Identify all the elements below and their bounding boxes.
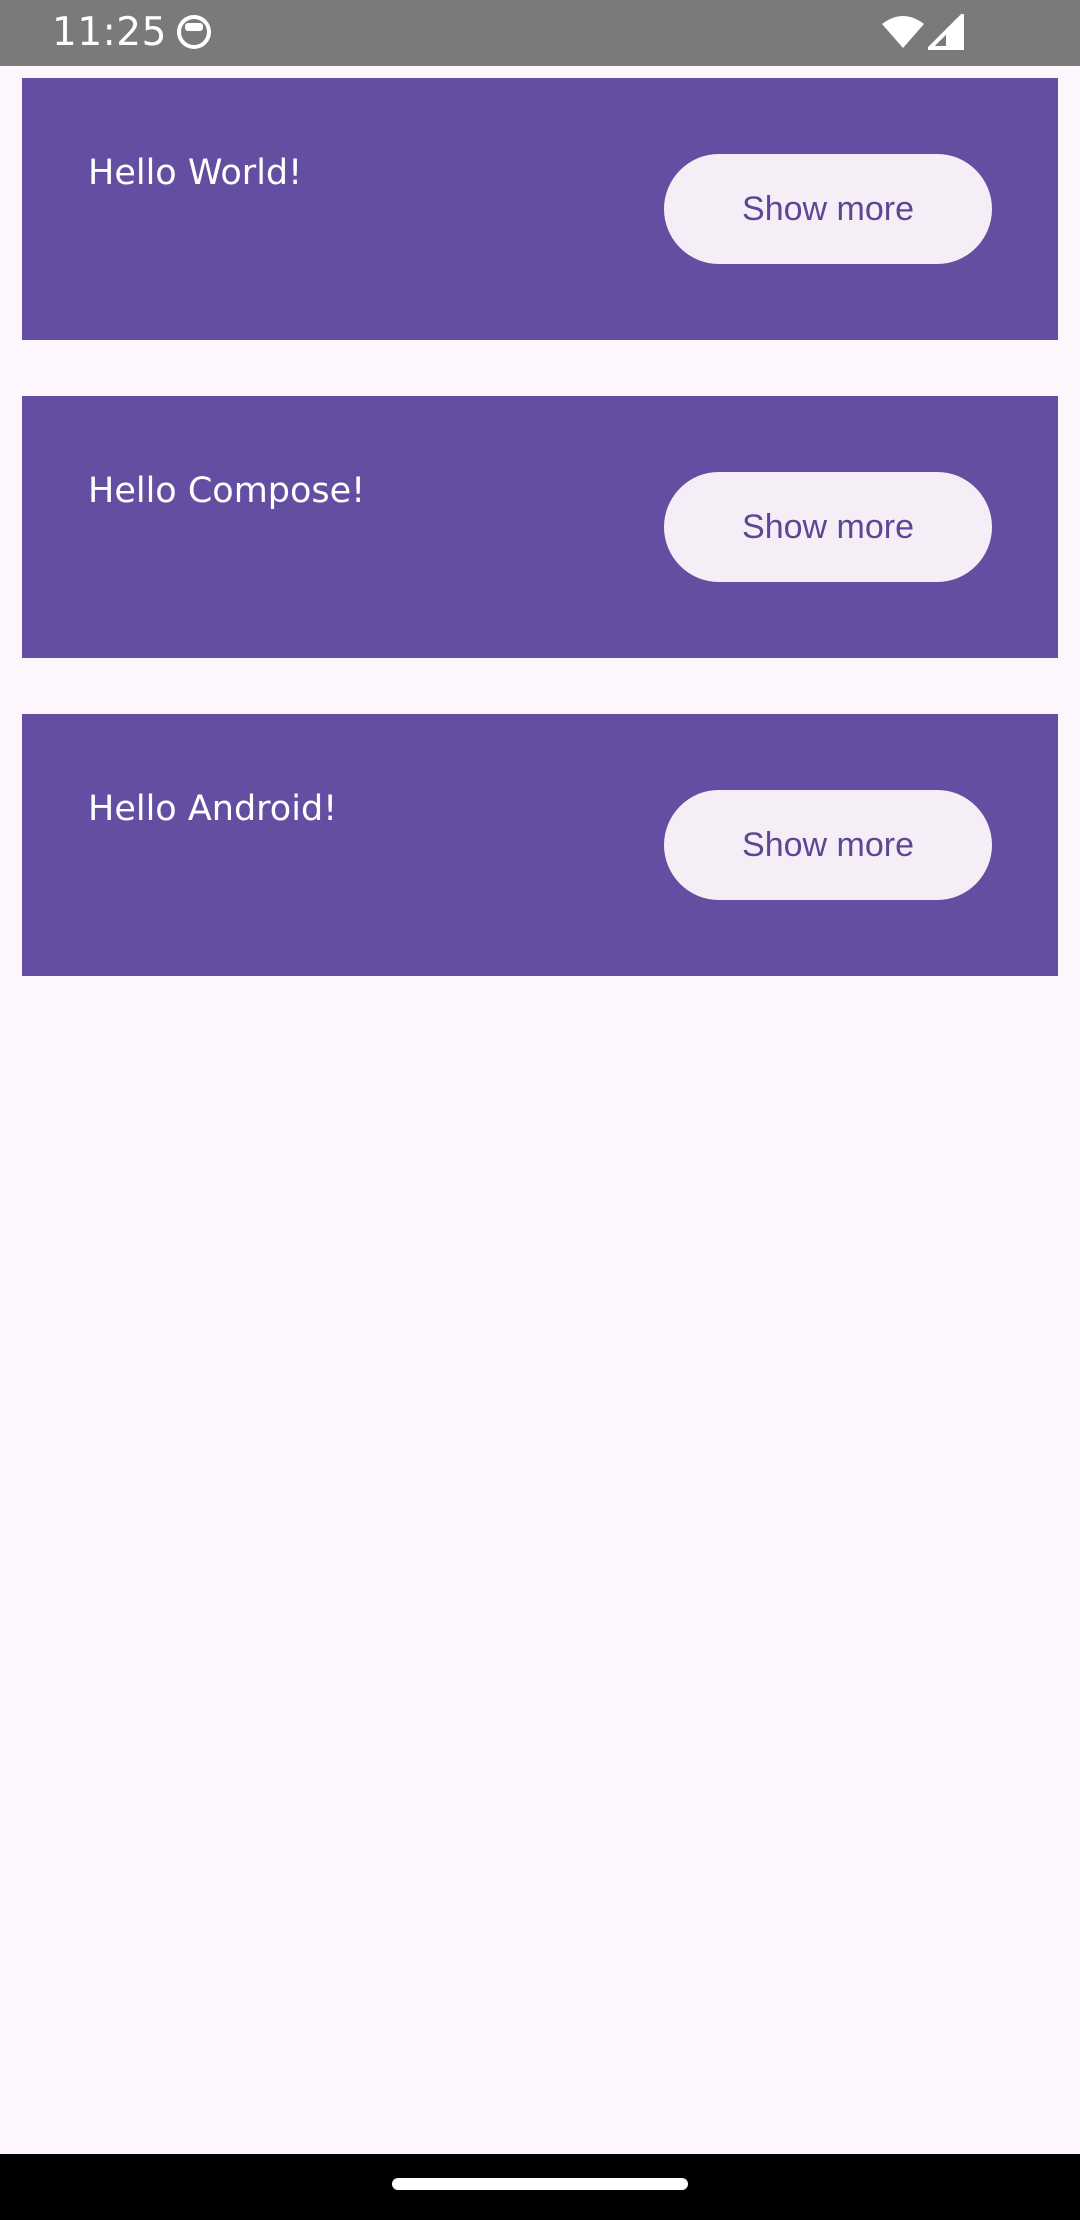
cell-signal-icon: [928, 14, 964, 50]
wifi-icon: [882, 16, 924, 48]
greeting-card: Hello World! Show more: [22, 78, 1058, 340]
app-screen: 11:25 Hello World! Show more Hello Compo…: [0, 0, 1080, 2220]
navigation-bar: [0, 2154, 1080, 2220]
card-title: Hello World!: [88, 153, 303, 193]
status-time: 11:25: [52, 10, 167, 55]
show-more-button[interactable]: Show more: [664, 790, 992, 900]
card-title: Hello Android!: [88, 789, 338, 829]
greeting-card: Hello Compose! Show more: [22, 396, 1058, 658]
greeting-card: Hello Android! Show more: [22, 714, 1058, 976]
show-more-button[interactable]: Show more: [664, 472, 992, 582]
show-more-button[interactable]: Show more: [664, 154, 992, 264]
status-bar: 11:25: [0, 0, 1080, 66]
greeting-list: Hello World! Show more Hello Compose! Sh…: [0, 78, 1080, 1032]
card-title: Hello Compose!: [88, 471, 366, 511]
home-gesture-handle[interactable]: [392, 2178, 688, 2190]
app-notification-icon: [177, 15, 211, 49]
